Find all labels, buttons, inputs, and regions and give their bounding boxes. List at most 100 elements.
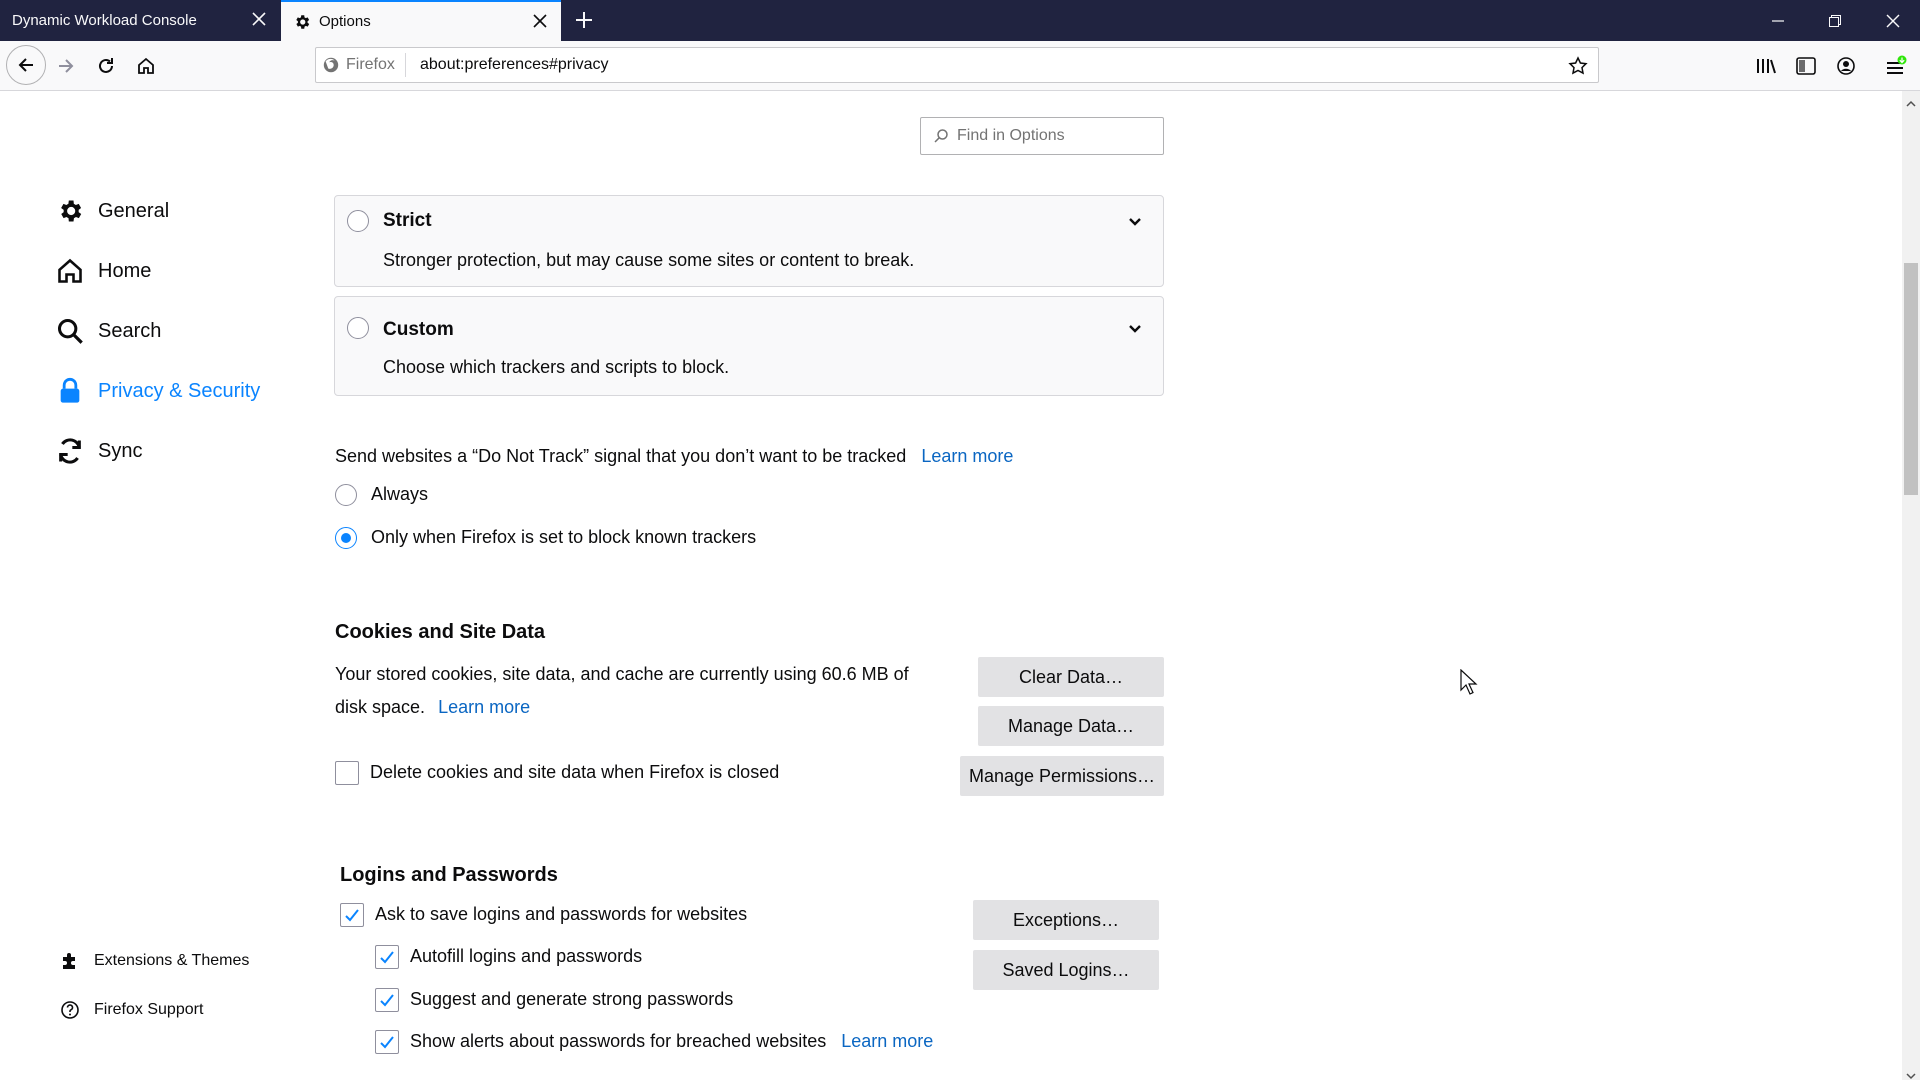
help-icon [60, 1000, 80, 1020]
checkmark-icon [380, 951, 394, 964]
autofill-logins-label[interactable]: Autofill logins and passwords [410, 946, 642, 967]
mouse-cursor-icon [1460, 668, 1478, 700]
home-icon[interactable] [128, 48, 164, 84]
preferences-content: Find in Options General Home Search Priv… [0, 91, 1902, 1080]
search-input[interactable]: Find in Options [920, 117, 1164, 155]
exceptions-button[interactable]: Exceptions… [973, 900, 1159, 940]
url-text[interactable]: about:preferences#privacy [420, 56, 609, 74]
cookies-usage-line1: Your stored cookies, site data, and cach… [335, 664, 909, 684]
suggest-passwords-label[interactable]: Suggest and generate strong passwords [410, 989, 733, 1010]
strict-title: Strict [383, 210, 432, 231]
custom-description: Choose which trackers and scripts to blo… [383, 357, 730, 377]
sidebar-item-privacy-security[interactable]: Privacy & Security [56, 371, 260, 411]
sidebar-item-label: Sync [98, 439, 143, 462]
tracking-custom-option[interactable]: Custom Choose which trackers and scripts… [334, 296, 1164, 396]
sidebar-icon[interactable] [1790, 50, 1822, 82]
sidebar-item-label: General [98, 199, 170, 222]
tab-options[interactable]: Options [281, 0, 561, 41]
autofill-logins-checkbox[interactable] [375, 945, 399, 969]
delete-cookies-checkbox[interactable] [335, 761, 359, 785]
tab-dynamic-workload-console[interactable]: Dynamic Workload Console [0, 0, 280, 41]
suggest-passwords-checkbox[interactable] [375, 988, 399, 1012]
sidebar-item-label: Home [98, 259, 152, 282]
dnt-always-label[interactable]: Always [371, 484, 428, 505]
custom-title: Custom [383, 319, 454, 340]
chevron-down-icon[interactable] [1125, 212, 1145, 232]
scrollbar[interactable] [1902, 91, 1920, 1080]
manage-permissions-button[interactable]: Manage Permissions… [960, 756, 1164, 796]
search-icon [56, 317, 84, 345]
cookies-usage-text: disk space. [335, 697, 426, 717]
restore-icon[interactable] [1812, 0, 1858, 41]
url-bar[interactable]: Firefox about:preferences#privacy [315, 47, 1599, 83]
clear-data-button[interactable]: Clear Data… [978, 657, 1164, 697]
breach-alerts-label: Show alerts about passwords for breached… [410, 1031, 933, 1052]
sidebar-item-firefox-support[interactable]: Firefox Support [60, 1000, 203, 1020]
gear-icon [56, 197, 84, 225]
dnt-only-when-radio[interactable] [335, 527, 357, 549]
puzzle-icon [60, 951, 80, 971]
scroll-up-icon[interactable] [1906, 95, 1916, 113]
saved-logins-button[interactable]: Saved Logins… [973, 950, 1159, 990]
cookies-learn-more-link[interactable]: Learn more [438, 697, 530, 717]
breach-learn-more-link[interactable]: Learn more [841, 1031, 933, 1051]
identity-box[interactable]: Firefox [322, 53, 406, 77]
sidebar-item-label: Firefox Support [94, 1001, 204, 1018]
strict-description: Stronger protection, but may cause some … [383, 250, 915, 270]
checkmark-icon [345, 909, 359, 922]
search-placeholder: Find in Options [957, 127, 1065, 144]
tab-title: Options [319, 13, 371, 30]
checkmark-icon [380, 994, 394, 1007]
checkmark-icon [380, 1036, 394, 1049]
forward-arrow-icon[interactable] [48, 48, 84, 84]
sync-icon [56, 437, 84, 465]
close-tab-icon[interactable] [529, 10, 551, 32]
close-tab-icon[interactable] [248, 8, 270, 30]
chevron-down-icon[interactable] [1125, 319, 1145, 339]
account-icon[interactable] [1830, 50, 1862, 82]
library-icon[interactable] [1750, 50, 1782, 82]
logins-heading: Logins and Passwords [340, 864, 558, 886]
sidebar-item-extensions-themes[interactable]: Extensions & Themes [60, 951, 249, 971]
tracking-strict-option[interactable]: Strict Stronger protection, but may caus… [334, 195, 1164, 287]
scrollbar-thumb[interactable] [1904, 263, 1918, 495]
back-arrow-icon[interactable] [6, 45, 46, 85]
dnt-text: Send websites a “Do Not Track” signal th… [335, 446, 907, 466]
tab-title: Dynamic Workload Console [12, 12, 197, 29]
dnt-learn-more-link[interactable]: Learn more [921, 446, 1013, 466]
dnt-label: Send websites a “Do Not Track” signal th… [335, 446, 1013, 467]
breach-alerts-text[interactable]: Show alerts about passwords for breached… [410, 1031, 826, 1051]
sidebar-item-label: Extensions & Themes [94, 952, 250, 969]
menu-hamburger-icon[interactable] [1880, 50, 1912, 82]
home-icon [56, 257, 84, 285]
ask-save-logins-checkbox[interactable] [340, 903, 364, 927]
sidebar-item-general[interactable]: General [56, 191, 169, 231]
new-tab-plus-icon[interactable] [570, 6, 598, 34]
reload-icon[interactable] [88, 48, 124, 84]
delete-cookies-label[interactable]: Delete cookies and site data when Firefo… [370, 762, 779, 783]
tab-strip: Dynamic Workload Console Options [0, 0, 1920, 41]
minimize-icon[interactable] [1755, 0, 1801, 41]
manage-data-button[interactable]: Manage Data… [978, 706, 1164, 746]
navigation-toolbar: Firefox about:preferences#privacy [0, 41, 1920, 91]
cookies-usage-line2: disk space. Learn more [335, 697, 530, 718]
sidebar-item-label: Privacy & Security [98, 379, 261, 402]
custom-radio[interactable] [347, 317, 369, 339]
window-close-icon[interactable] [1870, 0, 1916, 41]
scroll-down-icon[interactable] [1906, 1067, 1916, 1085]
dnt-only-when-label[interactable]: Only when Firefox is set to block known … [371, 527, 756, 548]
bookmark-star-icon[interactable] [1566, 54, 1590, 78]
breach-alerts-checkbox[interactable] [375, 1030, 399, 1054]
lock-icon [56, 377, 84, 405]
firefox-logo-icon [322, 56, 340, 74]
strict-radio[interactable] [347, 210, 369, 232]
cookies-heading: Cookies and Site Data [335, 621, 546, 643]
dnt-always-radio[interactable] [335, 484, 357, 506]
gear-icon [293, 13, 311, 31]
identity-label: Firefox [346, 56, 395, 73]
ask-save-logins-label[interactable]: Ask to save logins and passwords for web… [375, 904, 747, 925]
sidebar-item-home[interactable]: Home [56, 251, 151, 291]
sidebar-item-search[interactable]: Search [56, 311, 161, 351]
sidebar-item-sync[interactable]: Sync [56, 431, 142, 471]
sidebar-item-label: Search [98, 319, 162, 342]
